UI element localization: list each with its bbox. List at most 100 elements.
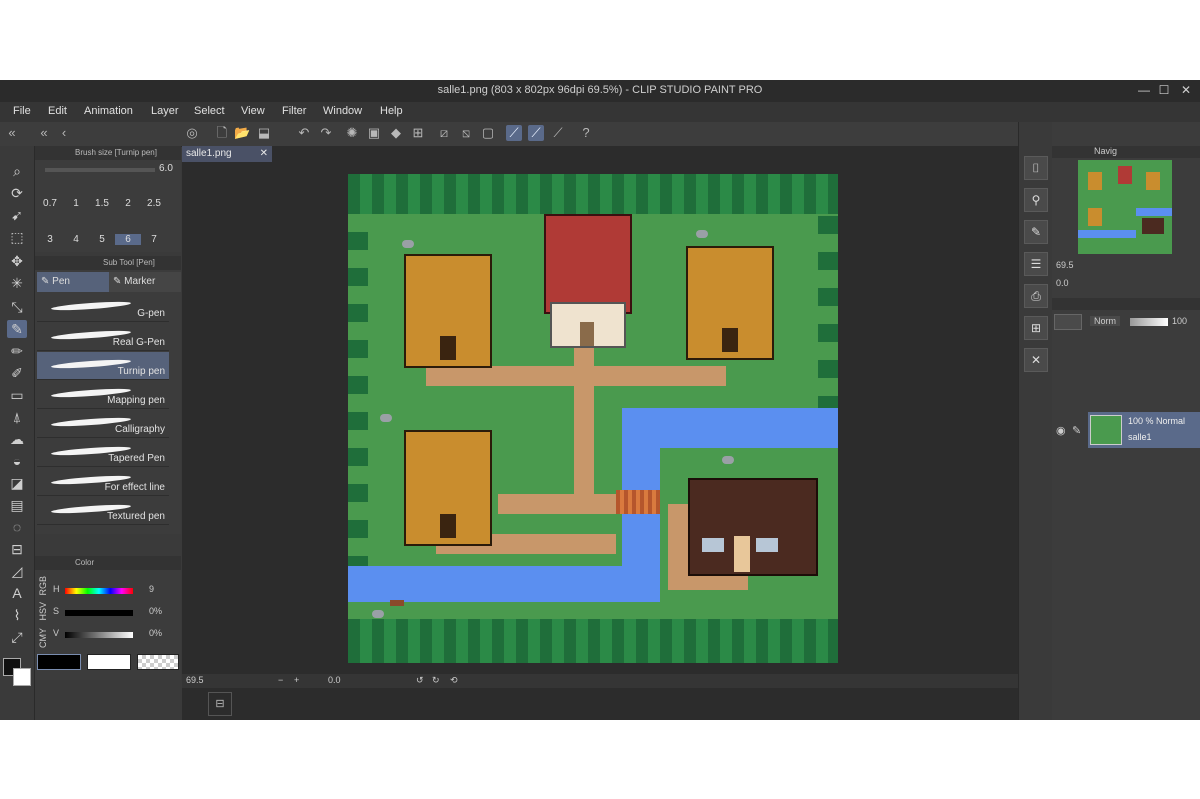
opacity-slider[interactable]	[1130, 318, 1168, 326]
tab-marker[interactable]: ✎ Marker	[109, 272, 181, 292]
gradient-icon[interactable]: ▤	[7, 496, 27, 514]
sub-color-box[interactable]	[87, 654, 131, 670]
transform-icon[interactable]: ⊞	[410, 125, 426, 141]
transparent-color-box[interactable]	[137, 654, 179, 670]
frame-icon[interactable]: ⊟	[7, 540, 27, 558]
navigator-preview[interactable]	[1078, 160, 1172, 254]
brush-item[interactable]: Turnip pen	[37, 352, 169, 380]
rgb-mode-tab[interactable]: RGB	[38, 576, 48, 596]
camera-icon[interactable]: ⌷	[1024, 156, 1048, 180]
brush-size-option[interactable]: 1	[63, 198, 89, 209]
brush-item[interactable]: Textured pen	[37, 497, 169, 525]
open-file-icon[interactable]: 📂	[234, 125, 250, 141]
brush-size-slider[interactable]	[45, 168, 155, 172]
rotate-left-icon[interactable]: ↺	[416, 675, 424, 686]
collapse-icon[interactable]: «	[4, 125, 20, 141]
magic-wand-icon[interactable]: ✳	[7, 274, 27, 292]
menu-edit[interactable]: Edit	[48, 105, 67, 117]
menu-window[interactable]: Window	[323, 105, 362, 117]
selection-icon[interactable]: ⬚	[7, 228, 27, 246]
brush-item[interactable]: For effect line	[37, 468, 169, 496]
blend-icon[interactable]: ◒	[7, 452, 27, 470]
menu-help[interactable]: Help	[380, 105, 403, 117]
pen-icon[interactable]: ✎	[7, 320, 27, 338]
move-icon[interactable]: ✥	[7, 252, 27, 270]
brush-icon[interactable]: ✐	[7, 364, 27, 382]
text-icon[interactable]: A	[7, 584, 27, 602]
zoom-out-icon[interactable]: −	[278, 675, 283, 685]
brush-size-option[interactable]: 3	[37, 234, 63, 245]
eraser-icon[interactable]: ▭	[7, 386, 27, 404]
saturation-slider[interactable]	[65, 610, 133, 616]
layer-row[interactable]: 100 % Normal salle1	[1088, 412, 1200, 448]
list-icon[interactable]: ☰	[1024, 252, 1048, 276]
close-tab-icon[interactable]: ✕	[260, 146, 268, 162]
decoration-icon[interactable]: ☁	[7, 430, 27, 448]
brush-item[interactable]: Tapered Pen	[37, 439, 169, 467]
figure-icon[interactable]: ◌	[7, 518, 27, 536]
layer-color-button[interactable]	[1054, 314, 1082, 330]
brush-item[interactable]: Calligraphy	[37, 410, 169, 438]
maximize-button[interactable]: ☐	[1156, 82, 1172, 98]
menu-animation[interactable]: Animation	[84, 105, 133, 117]
airbrush-icon[interactable]: ⍋	[7, 408, 27, 426]
clip-studio-icon[interactable]: ◎	[184, 125, 200, 141]
brush-size-option[interactable]: 1.5	[89, 198, 115, 209]
minimize-button[interactable]: —	[1136, 82, 1152, 98]
rotate-right-icon[interactable]: ↻	[432, 675, 440, 686]
undo-icon[interactable]: ↶	[296, 125, 312, 141]
correct-line-icon[interactable]: ⤢	[7, 628, 27, 646]
eye-icon[interactable]: ◉	[1056, 424, 1066, 437]
timeline-icon[interactable]: ⊟	[208, 692, 232, 716]
close-panel-icon[interactable]: ✕	[1024, 348, 1048, 372]
zoom-in-icon[interactable]: +	[294, 675, 299, 685]
special-ruler-snap-icon[interactable]: ⟋	[528, 125, 544, 141]
grid-snap-icon[interactable]: ⟋	[550, 125, 566, 141]
loading-icon[interactable]: ✺	[344, 125, 360, 141]
brush-item[interactable]: G-pen	[37, 294, 169, 322]
invert-icon[interactable]: ⧅	[458, 125, 474, 141]
brush-size-option[interactable]: 0.7	[37, 198, 63, 209]
rotate-icon[interactable]: ⟳	[7, 184, 27, 202]
main-color-box[interactable]	[37, 654, 81, 670]
brush-item[interactable]: Mapping pen	[37, 381, 169, 409]
operation-icon[interactable]: ➹	[7, 206, 27, 224]
value-slider[interactable]	[65, 632, 133, 638]
ruler-snap-icon[interactable]: ⟋	[506, 125, 522, 141]
brush-size-option[interactable]: 2	[115, 198, 141, 209]
balloon-icon[interactable]: ⌇	[7, 606, 27, 624]
brush-item[interactable]: Real G-Pen	[37, 323, 169, 351]
crop-icon[interactable]: ▢	[480, 125, 496, 141]
brush-size-option[interactable]: 2.5	[141, 198, 167, 209]
menu-file[interactable]: File	[13, 105, 31, 117]
fill-icon[interactable]: ◪	[7, 474, 27, 492]
fill-icon[interactable]: ◆	[388, 125, 404, 141]
collapse-icon[interactable]: «	[36, 125, 52, 141]
brush-size-option[interactable]: 5	[89, 234, 115, 245]
close-button[interactable]: ✕	[1178, 82, 1194, 98]
save-icon[interactable]: ⬓	[256, 125, 272, 141]
redo-icon[interactable]: ↷	[318, 125, 334, 141]
menu-filter[interactable]: Filter	[282, 105, 306, 117]
person-icon[interactable]: ⚲	[1024, 188, 1048, 212]
clear-icon[interactable]: ▣	[366, 125, 382, 141]
menu-select[interactable]: Select	[194, 105, 225, 117]
canvas[interactable]	[348, 174, 838, 663]
pencil-icon[interactable]: ✏	[7, 342, 27, 360]
eyedropper-icon[interactable]: ⤡	[7, 298, 27, 316]
new-file-icon[interactable]: 🗋	[214, 125, 230, 141]
document-icon[interactable]: ⎙	[1024, 284, 1048, 308]
help-icon[interactable]: ?	[578, 125, 594, 141]
document-tab[interactable]: salle1.png ✕	[182, 146, 272, 162]
back-icon[interactable]: ‹	[56, 125, 72, 141]
brush-size-option[interactable]: 7	[141, 234, 167, 245]
brush-size-option[interactable]: 4	[63, 234, 89, 245]
cmy-mode-tab[interactable]: CMY	[38, 628, 48, 648]
ruler-icon[interactable]: ◿	[7, 562, 27, 580]
sub-color-swatch[interactable]	[13, 668, 31, 686]
brush-size-option[interactable]: 6	[115, 234, 141, 245]
menu-layer[interactable]: Layer	[151, 105, 179, 117]
deselect-icon[interactable]: ⧄	[436, 125, 452, 141]
hue-slider[interactable]	[65, 588, 133, 594]
reset-rotation-icon[interactable]: ⟲	[450, 675, 458, 686]
